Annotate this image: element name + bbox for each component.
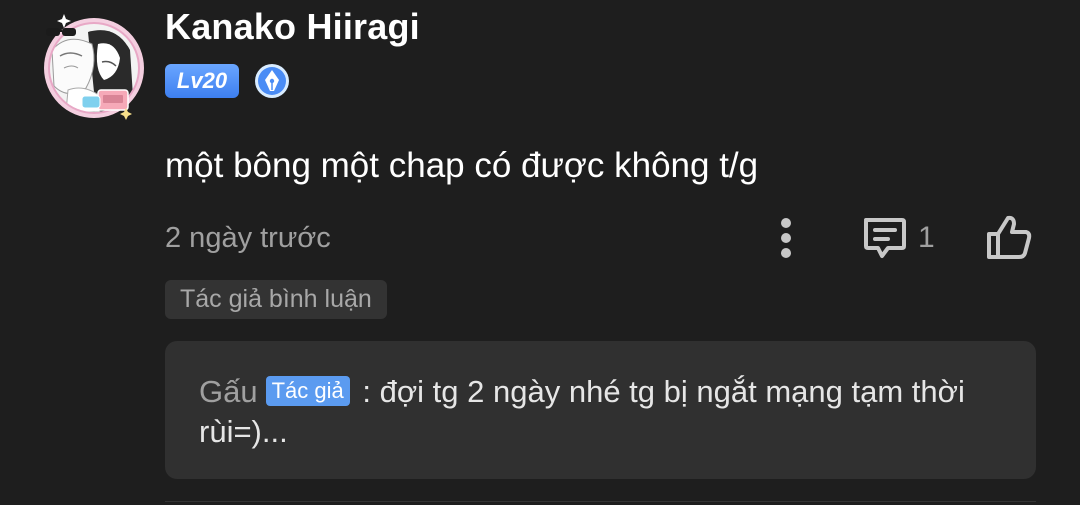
comment-text: một bông một chap có được không t/g — [165, 146, 759, 185]
reply-preview[interactable]: Gấu Tác giả : đợi tg 2 ngày nhé tg bị ngắ… — [165, 341, 1036, 479]
anime-avatar-icon — [44, 14, 144, 120]
reply-count: 1 — [918, 221, 935, 254]
username[interactable]: Kanako Hiiragi — [165, 6, 420, 48]
user-avatar[interactable] — [38, 10, 150, 122]
reply-button[interactable]: 1 — [860, 214, 935, 262]
reply-separator: : — [353, 374, 380, 409]
comment-icon — [864, 218, 906, 258]
pen-nib-icon — [254, 63, 290, 99]
author-tag: Tác giả — [265, 376, 350, 406]
comment-timestamp: 2 ngày trước — [165, 222, 331, 254]
more-options-button[interactable] — [766, 214, 806, 262]
more-vertical-icon — [781, 218, 791, 258]
like-button[interactable] — [984, 212, 1034, 262]
thumbs-up-icon — [987, 215, 1032, 259]
divider — [165, 501, 1036, 502]
reply-line: Gấu Tác giả : đợi tg 2 ngày nhé tg bị ngắ… — [199, 372, 1006, 452]
level-badge: Lv20 — [165, 64, 239, 98]
author-comment-tag: Tác giả bình luận — [165, 280, 387, 319]
reply-author-name[interactable]: Gấu — [199, 374, 258, 409]
